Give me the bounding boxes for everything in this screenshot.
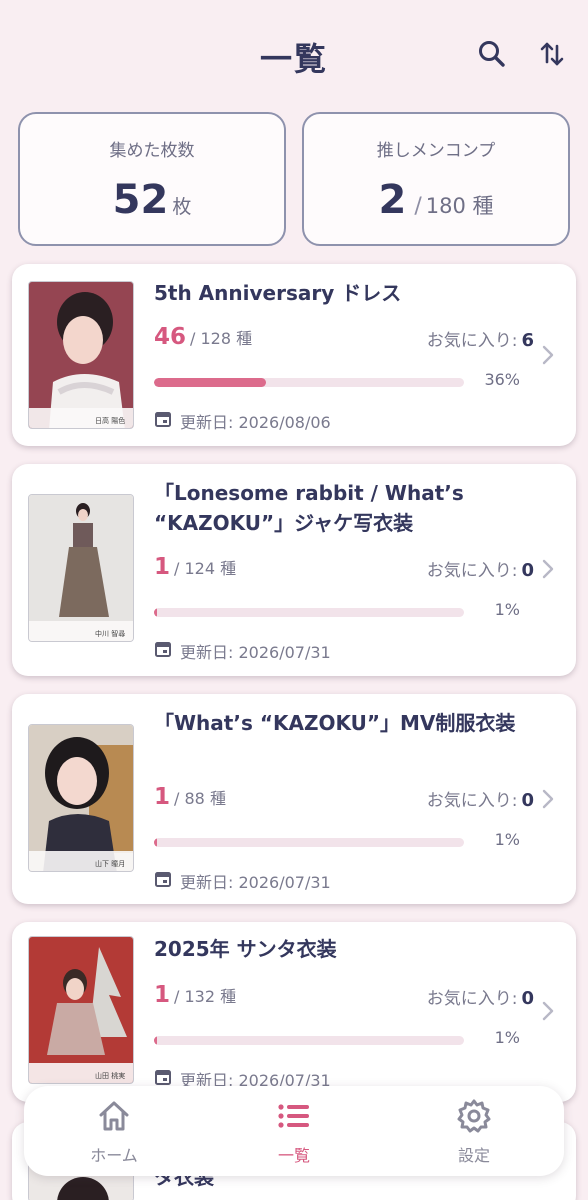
card-progress: 1%	[154, 830, 520, 852]
favorites-count: 0	[521, 988, 534, 1009]
list-icon	[278, 1104, 309, 1128]
collected-value: 52	[112, 177, 169, 223]
progress-percent: 1%	[494, 1028, 520, 1047]
card-title: 「What’s “KAZOKU”」MV制服衣装	[154, 711, 516, 735]
progress-fill	[154, 838, 158, 847]
progress-track	[154, 838, 464, 847]
date-text: 更新日: 2026/08/06	[180, 413, 331, 432]
progress-track	[154, 378, 464, 387]
gear-icon	[457, 1099, 491, 1133]
nav-list-label: 一覧	[277, 1146, 310, 1165]
calendar-icon	[155, 872, 171, 887]
photo-member-name: 山田 桃実	[95, 1071, 125, 1080]
card-progress: 1%	[154, 600, 520, 622]
photo-member-name: 日高 陽色	[95, 416, 125, 425]
calendar-icon	[155, 1070, 171, 1085]
card-count: 1	[154, 982, 171, 1008]
progress-percent: 36%	[484, 370, 520, 389]
app-header: 一覧	[0, 0, 588, 110]
oshi-comp-separator: /	[414, 194, 422, 219]
card-title: 5th Anniversary ドレス	[154, 281, 402, 305]
card-progress: 1%	[154, 1028, 520, 1050]
collection-card[interactable]: 日高 陽色 5th Anniversary ドレス 46/ 128 種 お気に入…	[12, 264, 576, 446]
card-progress: 36%	[154, 370, 520, 392]
home-icon	[99, 1101, 129, 1131]
search-icon	[479, 41, 505, 67]
card-of-total: / 88 種	[174, 789, 226, 808]
progress-track	[154, 1036, 464, 1045]
nav-settings-label: 設定	[457, 1146, 490, 1165]
collected-unit: 枚	[172, 196, 192, 218]
favorites-count: 0	[521, 790, 534, 811]
favorites-label: お気に入り:	[426, 331, 518, 351]
progress-fill	[154, 608, 158, 617]
oshi-comp-total: 180 種	[425, 194, 494, 218]
progress-fill	[154, 1036, 158, 1045]
chevron-right-icon	[542, 559, 554, 579]
nav-home[interactable]: ホーム	[44, 1098, 184, 1168]
date-text: 更新日: 2026/07/31	[180, 873, 331, 892]
card-count-row: 46/ 128 種 お気に入り: 6	[154, 324, 534, 354]
sort-button[interactable]	[536, 38, 568, 70]
photo-member-name: 山下 瞳月	[95, 859, 125, 868]
card-photo-image: 日高 陽色	[29, 282, 133, 428]
oshi-comp-label: 推しメンコンプ	[376, 141, 496, 161]
photo-member-name: 中川 智尋	[95, 629, 125, 638]
summary-stats: 集めた枚数 52 枚 推しメンコンプ 2 /180 種	[18, 112, 570, 246]
favorites-label: お気に入り:	[426, 989, 518, 1009]
card-favorites: お気に入り: 6	[427, 326, 534, 351]
card-photo: 日高 陽色	[28, 281, 134, 429]
favorites-label: お気に入り:	[426, 791, 518, 811]
chevron-right-icon	[542, 1001, 554, 1021]
sort-icon	[540, 42, 564, 66]
card-photo: 山田 桃実	[28, 936, 134, 1084]
progress-percent: 1%	[494, 600, 520, 619]
oshi-comp-card: 推しメンコンプ 2 /180 種	[302, 112, 570, 246]
card-of-total: / 124 種	[174, 559, 237, 578]
card-count: 46	[154, 324, 187, 350]
card-count-row: 1/ 88 種 お気に入り: 0	[154, 784, 534, 814]
calendar-icon	[155, 642, 171, 657]
oshi-comp-value: 2	[378, 177, 407, 223]
chevron-right-icon	[542, 789, 554, 809]
bottom-nav: ホーム 一覧 設定	[24, 1086, 564, 1176]
collected-count-card: 集めた枚数 52 枚	[18, 112, 286, 246]
card-count: 1	[154, 554, 171, 580]
card-photo-image: 中川 智尋	[29, 495, 133, 641]
favorites-count: 6	[521, 330, 534, 351]
card-photo: 山下 瞳月	[28, 724, 134, 872]
card-title: 2025年 サンタ衣装	[154, 937, 337, 961]
collection-card[interactable]: 山下 瞳月 「What’s “KAZOKU”」MV制服衣装 1/ 88 種 お気…	[12, 694, 576, 904]
nav-settings[interactable]: 設定	[404, 1098, 544, 1168]
collected-label: 集めた枚数	[109, 141, 195, 161]
chevron-right-icon	[542, 345, 554, 365]
nav-home-label: ホーム	[90, 1146, 138, 1165]
card-favorites: お気に入り: 0	[427, 984, 534, 1009]
calendar-icon	[155, 412, 171, 427]
card-count-row: 1/ 132 種 お気に入り: 0	[154, 982, 534, 1012]
progress-percent: 1%	[494, 830, 520, 849]
favorites-label: お気に入り:	[426, 561, 518, 581]
collection-card[interactable]: 山田 桃実 2025年 サンタ衣装 1/ 132 種 お気に入り: 0 1% 更新…	[12, 922, 576, 1102]
card-count: 1	[154, 784, 171, 810]
card-photo-image: 山田 桃実	[29, 937, 133, 1083]
search-button[interactable]	[476, 38, 508, 70]
progress-track	[154, 608, 464, 617]
card-photo-image: 山下 瞳月	[29, 725, 133, 871]
nav-list[interactable]: 一覧	[224, 1098, 364, 1168]
card-photo: 中川 智尋	[28, 494, 134, 642]
card-of-total: / 128 種	[190, 329, 253, 348]
card-favorites: お気に入り: 0	[427, 786, 534, 811]
card-title: 「Lonesome rabbit / What’s “KAZOKU”」ジャケ写衣…	[154, 481, 464, 535]
collection-card[interactable]: 中川 智尋 「Lonesome rabbit / What’s “KAZOKU”…	[12, 464, 576, 676]
card-count-row: 1/ 124 種 お気に入り: 0	[154, 554, 534, 584]
card-favorites: お気に入り: 0	[427, 556, 534, 581]
progress-fill	[154, 378, 266, 387]
favorites-count: 0	[521, 560, 534, 581]
card-of-total: / 132 種	[174, 987, 237, 1006]
date-text: 更新日: 2026/07/31	[180, 643, 331, 662]
